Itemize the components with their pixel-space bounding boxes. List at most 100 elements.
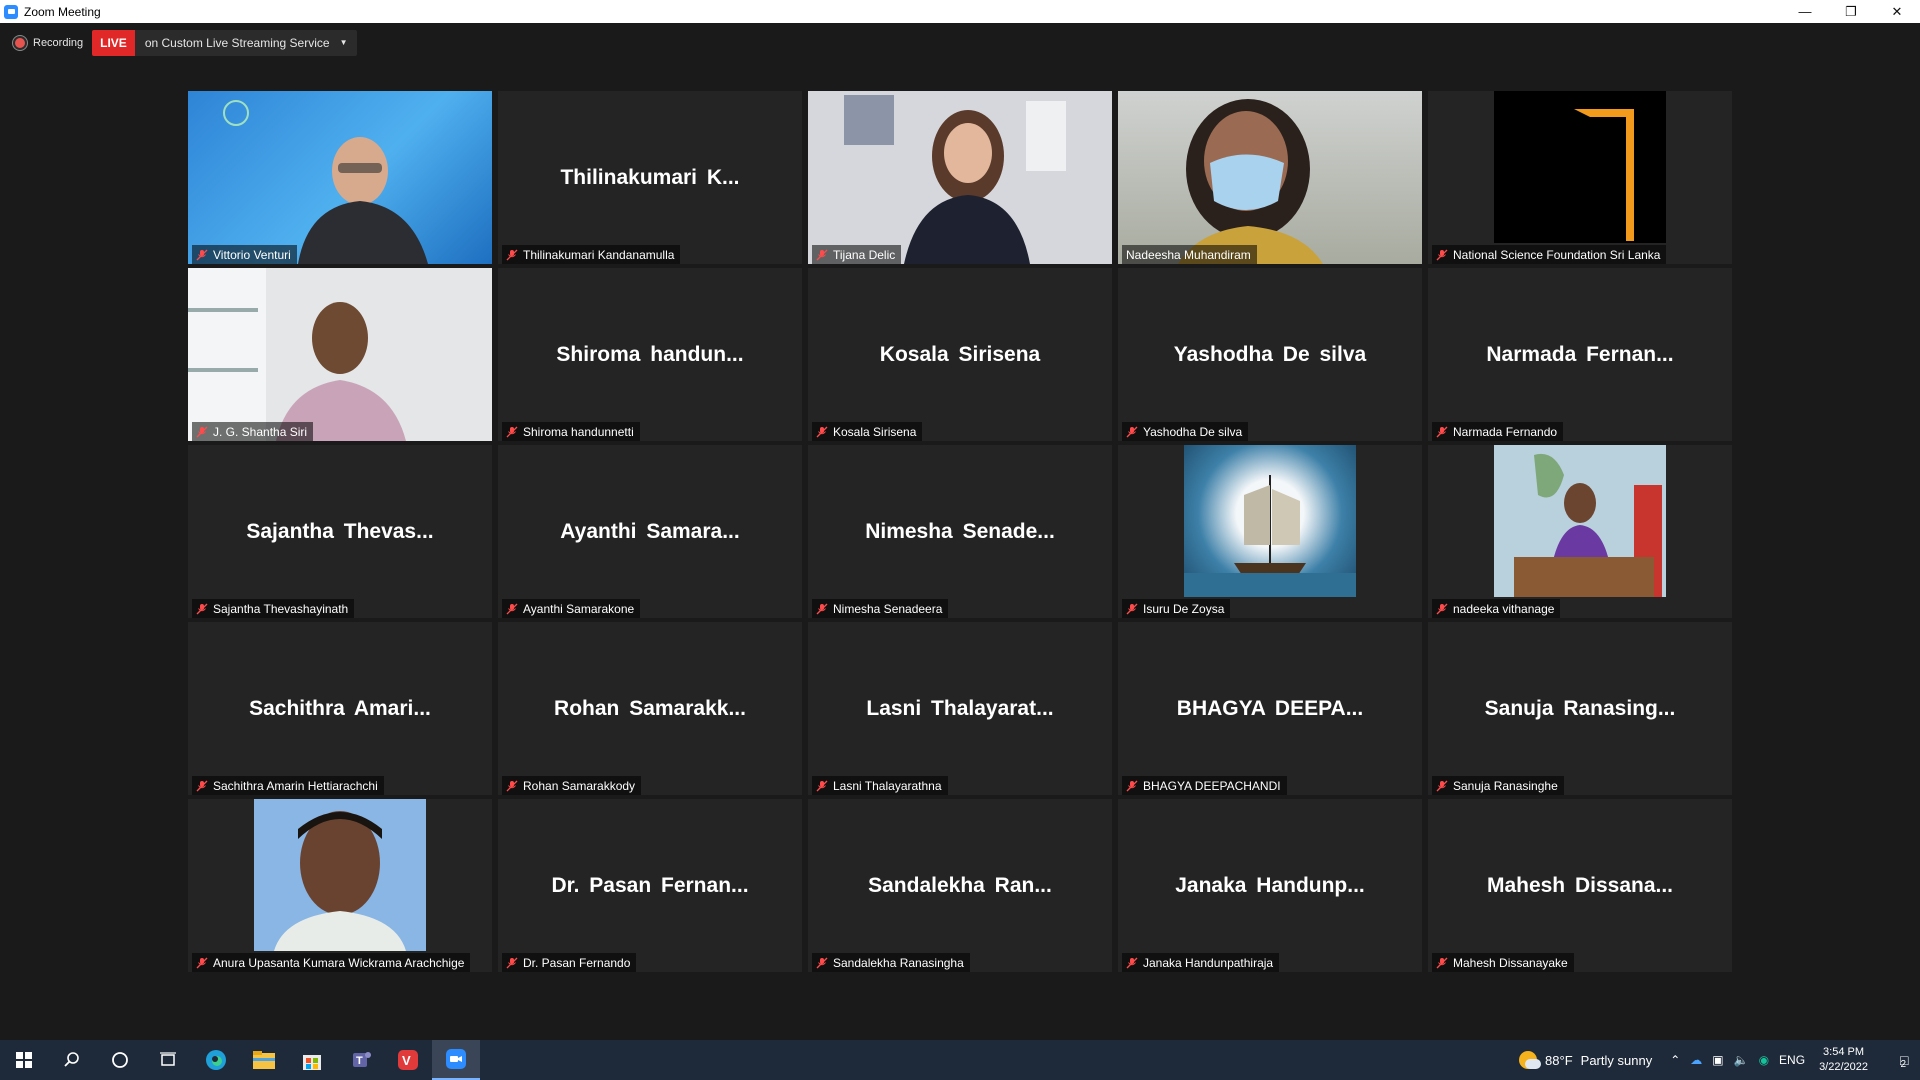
participant-tile[interactable]: J. G. Shantha Siri bbox=[188, 268, 492, 441]
participant-tile[interactable]: nadeeka vithanage bbox=[1428, 445, 1732, 618]
grammarly-icon[interactable]: ◉ bbox=[1759, 1053, 1769, 1067]
recording-status-bar: Recording LIVE on Custom Live Streaming … bbox=[0, 29, 358, 57]
participant-name: Sachithra Amarin Hettiarachchi bbox=[213, 778, 378, 793]
start-button[interactable] bbox=[0, 1040, 48, 1080]
participant-name: Dr. Pasan Fernando bbox=[523, 955, 631, 970]
participant-tile[interactable]: Sajantha Thevas... Sajantha Thevashayinat… bbox=[188, 445, 492, 618]
restore-button[interactable]: ❐ bbox=[1828, 0, 1874, 23]
participant-display-name: Sachithra Amari... bbox=[249, 696, 431, 720]
participant-tile[interactable]: Ayanthi Samara... Ayanthi Samarakone bbox=[498, 445, 802, 618]
participant-tile[interactable]: Mahesh Dissana... Mahesh Dissanayake bbox=[1428, 799, 1732, 972]
zoom-taskbar-button[interactable] bbox=[432, 1040, 480, 1080]
participant-tile[interactable]: Rohan Samarakk... Rohan Samarakkody bbox=[498, 622, 802, 795]
participant-name: National Science Foundation Sri Lanka bbox=[1453, 247, 1661, 262]
volume-icon[interactable]: 🔈 bbox=[1734, 1053, 1749, 1067]
participant-tile[interactable]: Shiroma handun... Shiroma handunnetti bbox=[498, 268, 802, 441]
participant-tile[interactable]: Yashodha De silva Yashodha De silva bbox=[1118, 268, 1422, 441]
onedrive-icon[interactable]: ☁ bbox=[1690, 1053, 1702, 1067]
participant-tile[interactable]: National Science Foundation Sri Lanka bbox=[1428, 91, 1732, 264]
microphone-muted-icon bbox=[1436, 603, 1448, 614]
weather-temp: 88°F bbox=[1545, 1052, 1573, 1068]
live-service-label: on Custom Live Streaming Service bbox=[144, 36, 330, 50]
participant-name-label: BHAGYA DEEPACHANDI bbox=[1122, 776, 1287, 795]
participant-name-label: Janaka Handunpathiraja bbox=[1122, 953, 1280, 972]
participant-tile[interactable]: Nimesha Senade... Nimesha Senadeera bbox=[808, 445, 1112, 618]
participant-name-label: nadeeka vithanage bbox=[1432, 599, 1561, 618]
task-view-button[interactable] bbox=[144, 1040, 192, 1080]
participant-name: Anura Upasanta Kumara Wickrama Arachchig… bbox=[213, 955, 465, 970]
participant-tile[interactable]: BHAGYA DEEPA... BHAGYA DEEPACHANDI bbox=[1118, 622, 1422, 795]
clock[interactable]: 3:54 PM 3/22/2022 bbox=[1819, 1045, 1868, 1075]
participant-name-label: Rohan Samarakkody bbox=[502, 776, 642, 795]
notification-center-button[interactable]: □ 2 bbox=[1886, 1040, 1920, 1080]
microphone-muted-icon bbox=[1126, 957, 1138, 968]
participant-tile[interactable]: Thilinakumari K... Thilinakumari Kandanam… bbox=[498, 91, 802, 264]
edge-icon bbox=[206, 1050, 226, 1070]
participant-name: Nimesha Senadeera bbox=[833, 601, 943, 616]
microphone-muted-icon bbox=[816, 426, 828, 437]
store-button[interactable] bbox=[288, 1040, 336, 1080]
participant-name: Nadeesha Muhandiram bbox=[1126, 247, 1251, 262]
participant-display-name: Kosala Sirisena bbox=[879, 342, 1041, 366]
participant-name: Rohan Samarakkody bbox=[523, 778, 636, 793]
search-button[interactable] bbox=[48, 1040, 96, 1080]
recording-indicator[interactable]: Recording bbox=[13, 36, 83, 50]
partly-sunny-icon bbox=[1519, 1051, 1542, 1069]
participant-name-label: Mahesh Dissanayake bbox=[1432, 953, 1574, 972]
microphone-muted-icon bbox=[196, 426, 208, 437]
participant-display-name: Mahesh Dissana... bbox=[1486, 873, 1674, 897]
participant-tile[interactable]: Vittorio Venturi bbox=[188, 91, 492, 264]
participant-name-label: Thilinakumari Kandanamulla bbox=[502, 245, 681, 264]
teams-button[interactable]: T bbox=[336, 1040, 384, 1080]
participant-video bbox=[1494, 91, 1666, 243]
participant-tile[interactable]: Anura Upasanta Kumara Wickrama Arachchig… bbox=[188, 799, 492, 972]
minimize-button[interactable]: — bbox=[1782, 0, 1828, 23]
participant-display-name: Shiroma handun... bbox=[556, 342, 744, 366]
chevron-up-icon[interactable]: ⌃ bbox=[1670, 1053, 1680, 1067]
participant-name-label: Anura Upasanta Kumara Wickrama Arachchig… bbox=[192, 953, 471, 972]
participant-name-label: Nadeesha Muhandiram bbox=[1122, 245, 1257, 264]
participant-tile[interactable]: Isuru De Zoysa bbox=[1118, 445, 1422, 618]
language-indicator[interactable]: ENG bbox=[1779, 1053, 1805, 1067]
close-button[interactable]: ✕ bbox=[1874, 0, 1920, 23]
participant-video bbox=[254, 799, 426, 951]
participant-name: J. G. Shantha Siri bbox=[213, 424, 308, 439]
file-explorer-button[interactable] bbox=[240, 1040, 288, 1080]
participant-name-label: Sanuja Ranasinghe bbox=[1432, 776, 1564, 795]
participant-tile[interactable]: Janaka Handunp... Janaka Handunpathiraja bbox=[1118, 799, 1422, 972]
participant-tile[interactable]: Nadeesha Muhandiram bbox=[1118, 91, 1422, 264]
participant-tile[interactable]: Tijana Delic bbox=[808, 91, 1112, 264]
participant-name-label: Tijana Delic bbox=[812, 245, 902, 264]
participant-name: Janaka Handunpathiraja bbox=[1143, 955, 1274, 970]
participant-tile[interactable]: Sachithra Amari... Sachithra Amarin Hetti… bbox=[188, 622, 492, 795]
live-stream-control[interactable]: LIVE on Custom Live Streaming Service ▼ bbox=[92, 29, 358, 57]
cortana-button[interactable] bbox=[96, 1040, 144, 1080]
store-icon bbox=[303, 1055, 321, 1070]
network-icon[interactable]: ▣ bbox=[1712, 1053, 1723, 1067]
participant-name-label: Nimesha Senadeera bbox=[812, 599, 949, 618]
participant-tile[interactable]: Sanuja Ranasing... Sanuja Ranasinghe bbox=[1428, 622, 1732, 795]
participant-tile[interactable]: Dr. Pasan Fernan... Dr. Pasan Fernando bbox=[498, 799, 802, 972]
clock-time: 3:54 PM bbox=[1823, 1046, 1865, 1058]
svg-text:T: T bbox=[356, 1055, 363, 1067]
edge-browser-button[interactable] bbox=[192, 1040, 240, 1080]
participant-name: Vittorio Venturi bbox=[213, 247, 291, 262]
participant-name-label: Sandalekha Ranasingha bbox=[812, 953, 970, 972]
participant-video bbox=[188, 91, 492, 264]
participant-tile[interactable]: Narmada Fernan... Narmada Fernando bbox=[1428, 268, 1732, 441]
participant-display-name: Janaka Handunp... bbox=[1175, 873, 1365, 897]
microphone-muted-icon bbox=[816, 957, 828, 968]
participant-display-name: BHAGYA DEEPA... bbox=[1176, 696, 1364, 720]
cortana-circle-icon bbox=[112, 1052, 128, 1068]
participant-video bbox=[1118, 91, 1422, 264]
live-badge: LIVE bbox=[92, 30, 135, 56]
participant-tile[interactable]: Sandalekha Ran... Sandalekha Ranasingha bbox=[808, 799, 1112, 972]
vivaldi-button[interactable]: V bbox=[384, 1040, 432, 1080]
participant-name-label: Vittorio Venturi bbox=[192, 245, 297, 264]
weather-widget[interactable]: 88°F Partly sunny bbox=[1519, 1051, 1652, 1069]
participant-name: Mahesh Dissanayake bbox=[1453, 955, 1568, 970]
participant-tile[interactable]: Kosala Sirisena Kosala Sirisena bbox=[808, 268, 1112, 441]
participant-tile[interactable]: Lasni Thalayarat... Lasni Thalayarathna bbox=[808, 622, 1112, 795]
window-title-bar: Zoom Meeting — ❐ ✕ bbox=[0, 0, 1920, 23]
live-service-dropdown[interactable]: on Custom Live Streaming Service ▼ bbox=[134, 30, 358, 56]
